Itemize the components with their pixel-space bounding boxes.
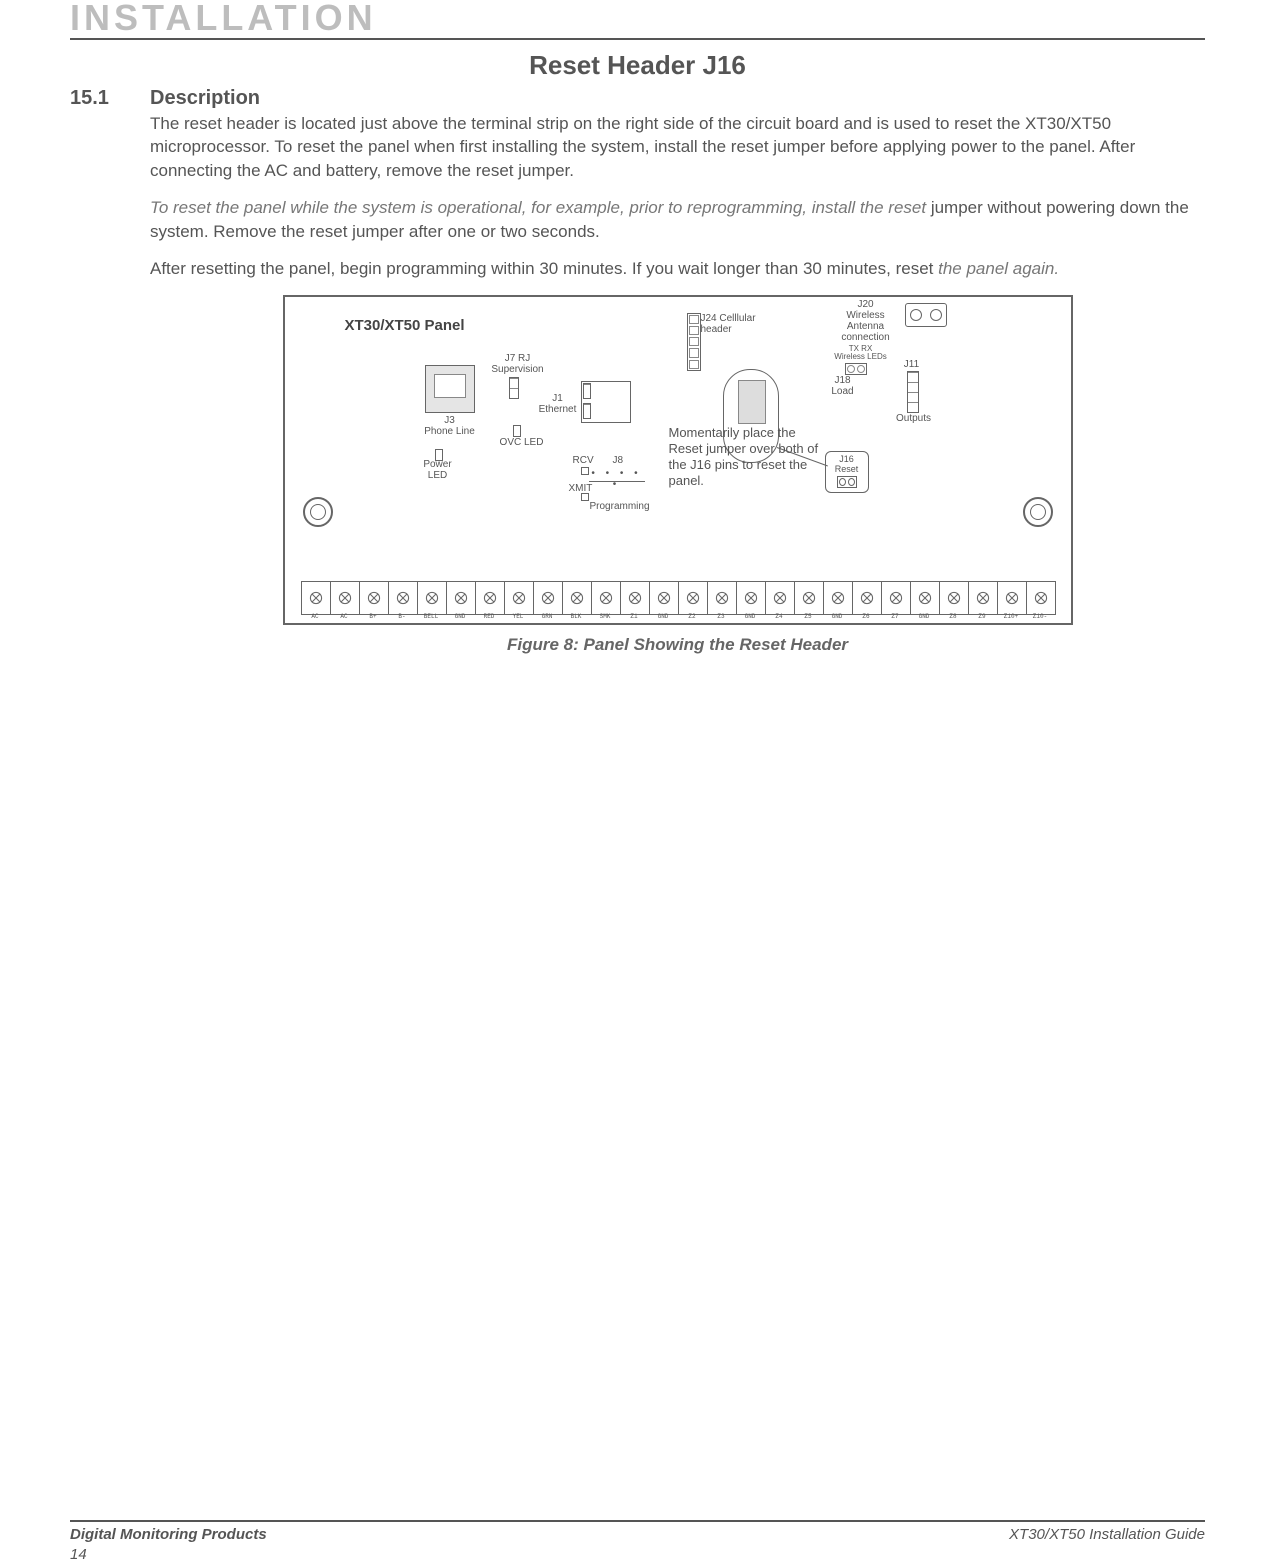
- j24-label: J24 Celllular header: [701, 313, 781, 335]
- terminal: [446, 581, 476, 615]
- antenna-connector-icon: [905, 303, 947, 327]
- figure-caption-label: Figure 8:: [507, 635, 584, 654]
- terminal: [330, 581, 360, 615]
- terminal: [591, 581, 621, 615]
- terminal: [678, 581, 708, 615]
- j24-header-icon: [687, 313, 701, 371]
- paragraph-2: To reset the panel while the system is o…: [150, 196, 1205, 243]
- ovc-led-icon: [513, 425, 521, 437]
- wireless-leds-label: Wireless LEDs: [825, 353, 897, 362]
- programming-label: Programming: [585, 501, 655, 512]
- chapter-title: INSTALLATION: [70, 0, 1205, 40]
- mounting-hole-icon: [1023, 497, 1053, 527]
- j11-label: J11: [897, 359, 927, 370]
- j8-label: J8: [613, 455, 624, 466]
- j1-led-icon: [583, 403, 591, 419]
- terminal: [1026, 581, 1056, 615]
- terminal: [794, 581, 824, 615]
- chip-icon: [738, 380, 766, 424]
- j11-header-icon: [907, 371, 919, 413]
- terminal: [388, 581, 418, 615]
- figure-caption: Figure 8: Panel Showing the Reset Header: [283, 635, 1073, 655]
- figure-caption-text: Panel Showing the Reset Header: [584, 635, 849, 654]
- terminal: [968, 581, 998, 615]
- terminal: [765, 581, 795, 615]
- ovc-label: OVC LED: [495, 437, 549, 448]
- footer-left: Digital Monitoring Products: [70, 1526, 267, 1543]
- j8-header-icon: • • • • •: [589, 481, 645, 482]
- j7-label: J7 RJ Supervision: [483, 353, 553, 375]
- paragraph-2-italic: To reset the panel while the system is o…: [150, 198, 926, 217]
- terminal: [620, 581, 650, 615]
- j3-label: J3 Phone Line: [415, 415, 485, 437]
- figure: XT30/XT50 Panel J3 Phone Line J7 RJ Supe…: [283, 295, 1073, 655]
- terminal: [504, 581, 534, 615]
- j3-jack-icon: [425, 365, 475, 413]
- j1-led-icon: [583, 383, 591, 399]
- terminal-strip: [301, 581, 1055, 615]
- rcv-label: RCV: [573, 455, 594, 466]
- footer-right: XT30/XT50 Installation Guide: [1009, 1526, 1205, 1543]
- terminal: [910, 581, 940, 615]
- paragraph-3-start: After resetting the panel, begin program…: [150, 259, 938, 278]
- board-title: XT30/XT50 Panel: [345, 317, 465, 334]
- terminal: [562, 581, 592, 615]
- paragraph-3-italic: the panel again.: [938, 259, 1059, 278]
- rcv-led-icon: [581, 467, 589, 475]
- terminal: [649, 581, 679, 615]
- terminal: [881, 581, 911, 615]
- terminal: [417, 581, 447, 615]
- j18-label: J18 Load: [823, 375, 863, 397]
- j1-label: J1 Ethernet: [531, 393, 585, 415]
- xmit-led-icon: [581, 493, 589, 501]
- paragraph-3: After resetting the panel, begin program…: [150, 257, 1205, 280]
- terminal: [533, 581, 563, 615]
- page-number: 14: [70, 1546, 87, 1563]
- terminal: [301, 581, 331, 615]
- outputs-label: Outputs: [889, 413, 939, 424]
- terminal: [852, 581, 882, 615]
- terminal: [359, 581, 389, 615]
- section-number: 15.1: [70, 87, 150, 655]
- terminal: [823, 581, 853, 615]
- j16-label: J16 Reset: [826, 454, 868, 474]
- terminal: [475, 581, 505, 615]
- reset-callout-text: Momentarily place the Reset jumper over …: [669, 425, 819, 490]
- terminal: [997, 581, 1027, 615]
- circuit-board-diagram: XT30/XT50 Panel J3 Phone Line J7 RJ Supe…: [283, 295, 1073, 625]
- terminal-labels: ACACB+B-BELLGNDREDYELGRNBLKSMKZ1GNDZ2Z3G…: [301, 613, 1055, 623]
- terminal: [939, 581, 969, 615]
- j7-header-icon: [509, 377, 519, 399]
- wireless-leds-icon: [845, 363, 867, 375]
- mounting-hole-icon: [303, 497, 333, 527]
- terminal: [736, 581, 766, 615]
- section-title: Reset Header J16: [70, 50, 1205, 81]
- page-footer: Digital Monitoring Products XT30/XT50 In…: [70, 1520, 1205, 1543]
- terminal: [707, 581, 737, 615]
- power-led-label: Power LED: [415, 459, 461, 481]
- subheading: Description: [150, 87, 1205, 110]
- j20-label: J20 Wireless Antenna connection: [831, 299, 901, 343]
- paragraph-1: The reset header is located just above t…: [150, 112, 1205, 182]
- j16-reset-icon: J16 Reset: [825, 451, 869, 493]
